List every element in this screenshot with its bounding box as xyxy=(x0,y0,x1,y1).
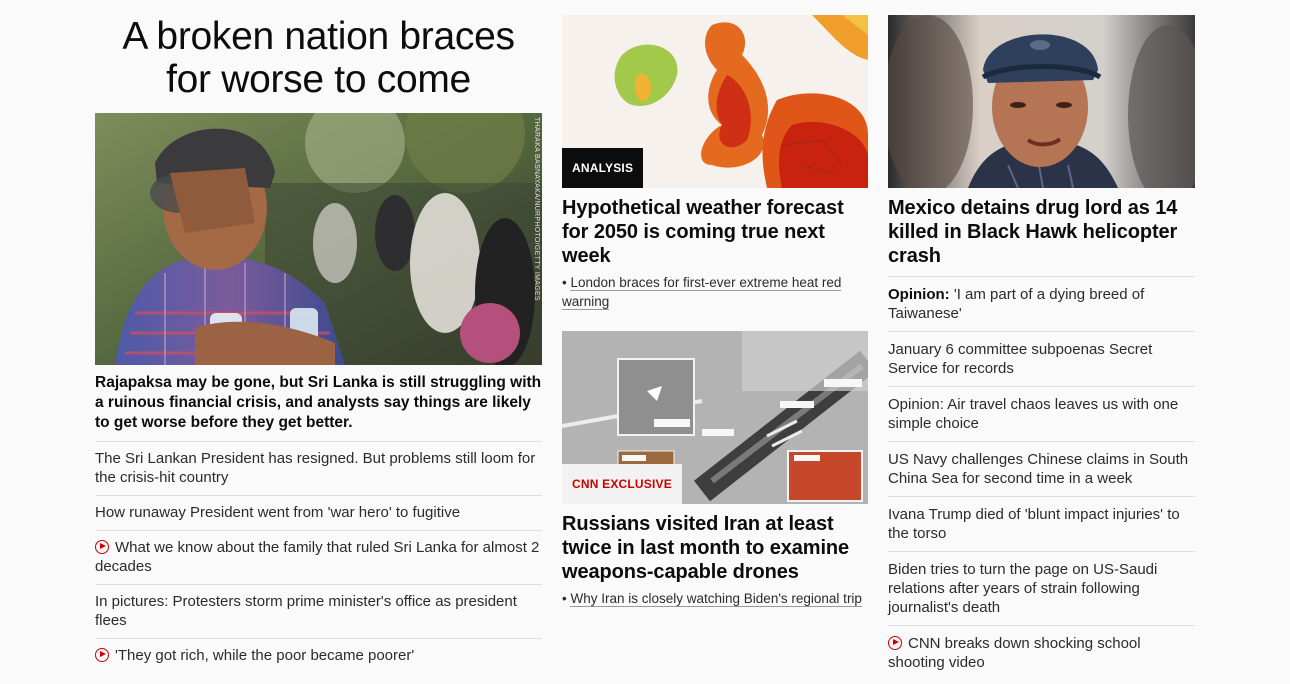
lead-story-column: A broken nation braces for worse to come xyxy=(95,15,542,673)
right-related-list: Opinion: 'I am part of a dying breed of … xyxy=(888,276,1195,680)
list-item[interactable]: January 6 committee subpoenas Secret Ser… xyxy=(888,332,1195,387)
weather-map-image[interactable]: ANALYSIS xyxy=(562,15,868,188)
related-link-text: London braces for first-ever extreme hea… xyxy=(562,275,842,310)
right-column: Mexico detains drug lord as 14 killed in… xyxy=(888,15,1195,680)
middle-column: ANALYSIS Hypothetical weather forecast f… xyxy=(562,15,868,608)
list-item[interactable]: 'They got rich, while the poor became po… xyxy=(95,639,542,673)
exclusive-badge: CNN EXCLUSIVE xyxy=(562,464,682,504)
list-item-text: January 6 committee subpoenas Secret Ser… xyxy=(888,341,1153,377)
list-item-text: Biden tries to turn the page on US-Saudi… xyxy=(888,561,1158,616)
list-item-text: 'They got rich, while the poor became po… xyxy=(115,647,415,664)
list-item[interactable]: Opinion: Air travel chaos leaves us with… xyxy=(888,387,1195,442)
list-item-text: How runaway President went from 'war her… xyxy=(95,504,461,521)
list-item[interactable]: Biden tries to turn the page on US-Saudi… xyxy=(888,552,1195,626)
portrait-photo xyxy=(888,15,1195,188)
drones-related-link[interactable]: • Why Iran is closely watching Biden's r… xyxy=(562,589,868,608)
list-item[interactable]: What we know about the family that ruled… xyxy=(95,531,542,585)
list-item[interactable]: In pictures: Protesters storm prime mini… xyxy=(95,585,542,639)
related-link-text: Why Iran is closely watching Biden's reg… xyxy=(570,591,862,607)
list-item-text: Ivana Trump died of 'blunt impact injuri… xyxy=(888,506,1180,542)
satellite-image[interactable]: CNN EXCLUSIVE xyxy=(562,331,868,504)
list-item-text: Opinion: Air travel chaos leaves us with… xyxy=(888,396,1179,432)
list-item[interactable]: The Sri Lankan President has resigned. B… xyxy=(95,442,542,496)
list-item[interactable]: Ivana Trump died of 'blunt impact injuri… xyxy=(888,497,1195,552)
drones-story-title[interactable]: Russians visited Iran at least twice in … xyxy=(562,512,868,584)
story-card-weather[interactable]: ANALYSIS Hypothetical weather forecast f… xyxy=(562,15,868,311)
opinion-label: Opinion: xyxy=(888,286,950,303)
list-item-text: CNN breaks down shocking school shooting… xyxy=(888,635,1141,671)
lead-related-list: The Sri Lankan President has resigned. B… xyxy=(95,442,542,673)
list-item-text: In pictures: Protesters storm prime mini… xyxy=(95,593,517,629)
play-video-icon xyxy=(95,648,109,662)
image-credit: THARAKA BASNAYAKA/NURPHOTO/GETTY IMAGES xyxy=(533,117,540,301)
lead-headline[interactable]: A broken nation braces for worse to come xyxy=(95,15,542,101)
play-video-icon xyxy=(95,540,109,554)
weather-story-title[interactable]: Hypothetical weather forecast for 2050 i… xyxy=(562,196,868,268)
list-item[interactable]: How runaway President went from 'war her… xyxy=(95,496,542,531)
analysis-badge: ANALYSIS xyxy=(562,148,644,188)
list-item[interactable]: Opinion: 'I am part of a dying breed of … xyxy=(888,276,1195,332)
protester-photo xyxy=(95,113,542,365)
drug-lord-image[interactable] xyxy=(888,15,1195,188)
lead-deck[interactable]: Rajapaksa may be gone, but Sri Lanka is … xyxy=(95,373,542,442)
story-card-drones[interactable]: CNN EXCLUSIVE Russians visited Iran at l… xyxy=(562,331,868,608)
drug-lord-story-title[interactable]: Mexico detains drug lord as 14 killed in… xyxy=(888,196,1195,268)
list-item-text: US Navy challenges Chinese claims in Sou… xyxy=(888,451,1189,487)
lead-story-image[interactable]: THARAKA BASNAYAKA/NURPHOTO/GETTY IMAGES xyxy=(95,113,542,365)
list-item-text: The Sri Lankan President has resigned. B… xyxy=(95,450,536,486)
list-item[interactable]: US Navy challenges Chinese claims in Sou… xyxy=(888,442,1195,497)
weather-related-link[interactable]: • London braces for first-ever extreme h… xyxy=(562,273,868,311)
list-item-text: What we know about the family that ruled… xyxy=(95,539,540,575)
play-video-icon xyxy=(888,636,902,650)
list-item[interactable]: CNN breaks down shocking school shooting… xyxy=(888,626,1195,680)
